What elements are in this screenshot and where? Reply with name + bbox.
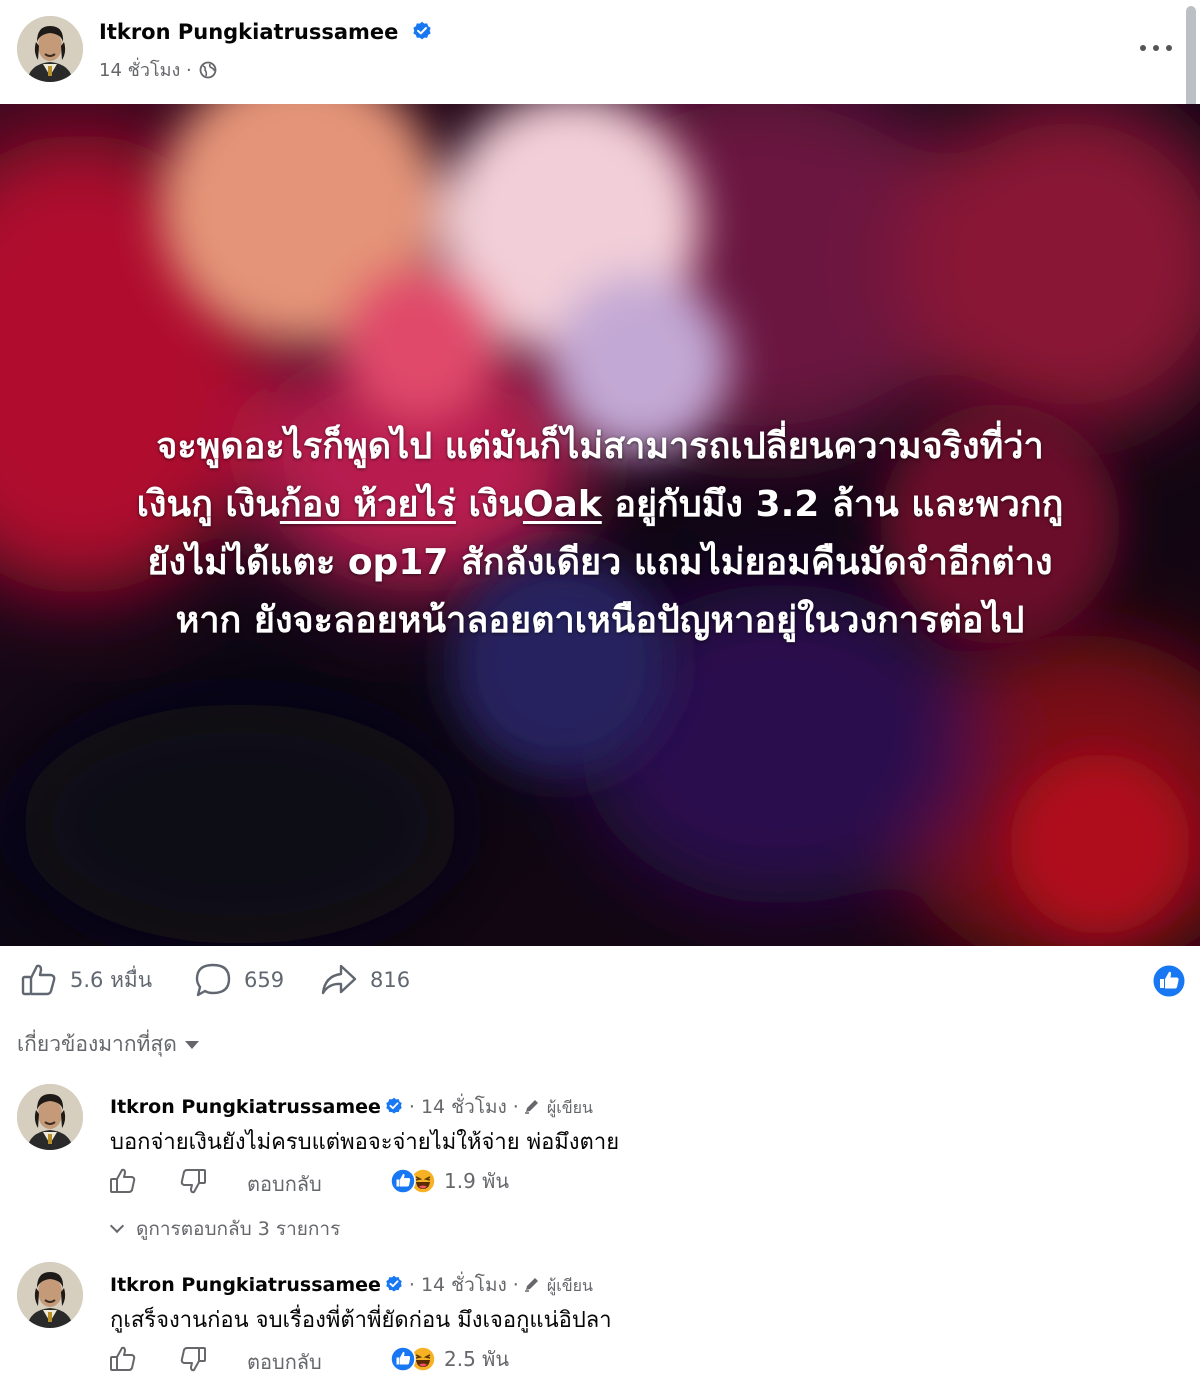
caret-down-icon (184, 1041, 199, 1049)
comment-actions: ตอบกลับ 2.5 พัน (108, 1344, 708, 1374)
verified-icon (413, 21, 431, 40)
commenter-avatar[interactable] (17, 1262, 83, 1328)
thumbs-down-icon[interactable] (178, 1344, 208, 1374)
comment-time[interactable]: · 14 ชั่วโมง · (409, 1274, 519, 1296)
pen-icon (524, 1100, 538, 1114)
post-time[interactable]: 14 ชั่วโมง · (99, 60, 192, 81)
like-button[interactable]: 5.6 หมื่น (20, 962, 152, 998)
image-text-part: จะพูดอะไรก็พูดไป แต่มันก็ไม่สามารถเปลี่ย… (156, 426, 1044, 467)
reaction-count[interactable]: 1.9 พัน (444, 1165, 509, 1197)
author-avatar[interactable] (17, 16, 83, 82)
image-text-line-4: หาก ยังจะลอยหน้าลอยตาเหนือปัญหาอยู่ในวงก… (40, 592, 1160, 650)
commenter-avatar[interactable] (17, 1084, 83, 1150)
comment-button[interactable]: 659 (194, 962, 284, 998)
view-replies-text[interactable]: ดูการตอบกลับ 3 รายการ (136, 1218, 340, 1240)
image-text-underlined-part: Oak (522, 484, 602, 525)
thumbs-up-icon (21, 964, 56, 996)
image-text-underlined-part: ก้อง ห้วยไร่ (279, 484, 456, 525)
author-badge: ผู้เขียน (546, 1276, 593, 1295)
post-image-text: จะพูดอะไรก็พูดไป แต่มันก็ไม่สามารถเปลี่ย… (40, 418, 1160, 650)
author-badge: ผู้เขียน (546, 1098, 593, 1117)
comment-reactions[interactable]: 2.5 พัน (390, 1344, 509, 1374)
globe-icon (200, 61, 217, 79)
reaction-count[interactable]: 2.5 พัน (444, 1343, 509, 1375)
comment-count[interactable]: 659 (244, 968, 284, 992)
thumbs-up-icon[interactable] (108, 1166, 138, 1196)
comment-text: บอกจ่ายเงินยังไม่ครบแต่พอจะจ่ายไม่ให้จ่า… (110, 1130, 620, 1155)
image-text-part: อยู่กับมึง 3.2 ล้าน และพวกกู (601, 484, 1064, 525)
pen-icon (524, 1278, 538, 1292)
thumbs-down-icon[interactable] (178, 1166, 208, 1196)
reply-button[interactable]: ตอบกลับ (247, 1346, 322, 1378)
chevron-down-icon (109, 1218, 125, 1234)
image-text-part: หาก ยังจะลอยหน้าลอยตาเหนือปัญหาอยู่ในวงก… (175, 600, 1025, 641)
share-button[interactable]: 816 (320, 962, 410, 998)
comment-reactions[interactable]: 1.9 พัน (390, 1166, 509, 1196)
comment-actions: ตอบกลับ 1.9 พัน (108, 1166, 708, 1196)
verified-icon (386, 1275, 402, 1292)
share-count[interactable]: 816 (370, 968, 410, 992)
comment-icon (195, 963, 231, 997)
image-text-part: ยังไม่ได้แตะ op17 สักลังเดียว แถมไม่ยอมค… (147, 542, 1053, 583)
image-text-line-2: เงินกู เงินก้อง ห้วยไร่ เงินOak อยู่กับม… (40, 476, 1160, 534)
author-name[interactable]: Itkron Pungkiatrussamee (99, 20, 432, 44)
reply-button[interactable]: ตอบกลับ (247, 1168, 322, 1200)
commenter-name[interactable]: Itkron Pungkiatrussamee (110, 1096, 381, 1118)
image-text-line-1: จะพูดอะไรก็พูดไป แต่มันก็ไม่สามารถเปลี่ย… (40, 418, 1160, 476)
verified-icon (386, 1097, 402, 1114)
like-reaction-icon[interactable] (1152, 964, 1186, 998)
sort-label-text[interactable]: เกี่ยวข้องมากที่สุด (17, 1032, 177, 1056)
post-meta: 14 ชั่วโมง · (99, 55, 217, 84)
comment-header: Itkron Pungkiatrussamee · 14 ชั่วโมง · ผู… (110, 1270, 593, 1300)
author-name-text[interactable]: Itkron Pungkiatrussamee (99, 20, 398, 44)
more-options-button[interactable] (1130, 30, 1182, 66)
image-text-part: เงินกู เงิน (136, 484, 280, 525)
like-reaction-icon (390, 1168, 416, 1194)
comment-text: กูเสร็จงานก่อน จบเรื่องพี่ต้าพี่ยัดก่อน … (110, 1308, 612, 1333)
like-count[interactable]: 5.6 หมื่น (70, 964, 152, 997)
comment-time[interactable]: · 14 ชั่วโมง · (409, 1096, 519, 1118)
action-bar: 5.6 หมื่น 659 816 (0, 946, 1200, 1016)
comment-header: Itkron Pungkiatrussamee · 14 ชั่วโมง · ผู… (110, 1092, 593, 1122)
image-text-part: เงิน (455, 484, 523, 525)
comment-sort-dropdown[interactable]: เกี่ยวข้องมากที่สุด (17, 1028, 199, 1061)
thumbs-up-icon[interactable] (108, 1344, 138, 1374)
share-icon (321, 964, 357, 995)
image-text-line-3: ยังไม่ได้แตะ op17 สักลังเดียว แถมไม่ยอมค… (40, 534, 1160, 592)
commenter-name[interactable]: Itkron Pungkiatrussamee (110, 1274, 381, 1296)
view-replies-link[interactable]: ดูการตอบกลับ 3 รายการ (109, 1214, 340, 1244)
post-image[interactable]: จะพูดอะไรก็พูดไป แต่มันก็ไม่สามารถเปลี่ย… (0, 104, 1200, 946)
like-reaction-icon (390, 1346, 416, 1372)
post-header: Itkron Pungkiatrussamee 14 ชั่วโมง · (0, 0, 1200, 104)
